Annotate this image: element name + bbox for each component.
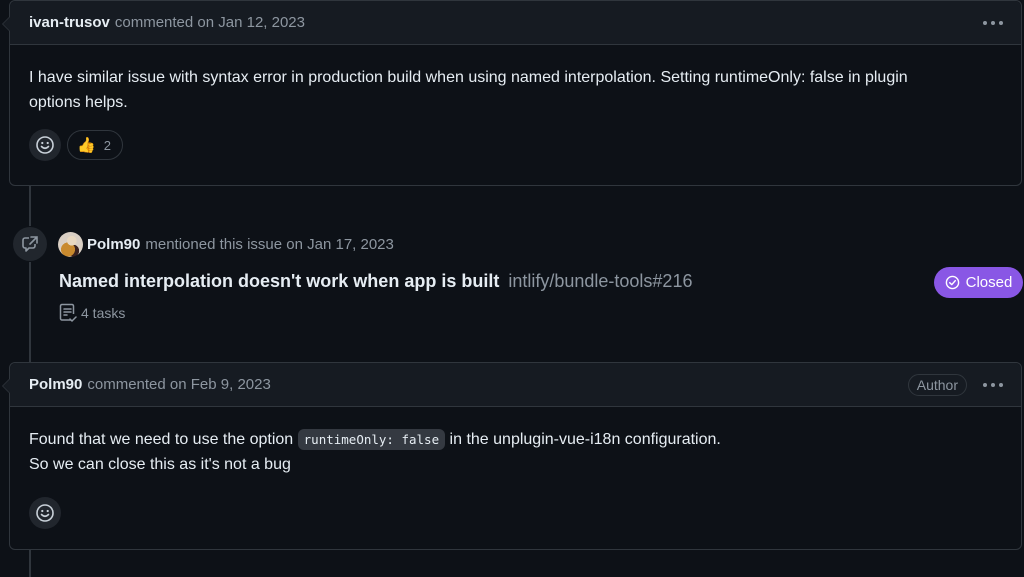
kebab-dot	[999, 382, 1003, 387]
timeline-line	[29, 186, 31, 226]
comment-text-line: So we can close this as it's not a bug	[29, 456, 291, 473]
kebab-dot	[991, 382, 995, 387]
mention-timestamp[interactable]: mentioned this issue on Jan 17, 2023	[145, 236, 394, 253]
text-segment: Found that we need to use the option	[29, 431, 298, 448]
kebab-dot	[999, 20, 1003, 25]
comment-text-line: I have similar issue with syntax error i…	[29, 69, 908, 86]
comment-options-button[interactable]	[981, 379, 1005, 391]
comment-body: I have similar issue with syntax error i…	[10, 45, 1021, 115]
thumbs-up-icon: 👍	[77, 137, 96, 154]
reactions-bar	[10, 477, 1021, 545]
timeline-line	[29, 549, 31, 577]
reaction-count: 2	[103, 137, 111, 153]
status-badge-closed: Closed	[934, 267, 1023, 298]
reaction-thumbs-up[interactable]: 👍 2	[67, 130, 123, 160]
comment-header: Polm90 commented on Feb 9, 2023 Author	[2, 363, 1021, 407]
smiley-icon	[36, 504, 54, 522]
comment-polm90: Polm90 commented on Feb 9, 2023 Author F…	[2, 362, 1022, 550]
comment-body: Found that we need to use the option run…	[10, 407, 1021, 477]
comment-author[interactable]: ivan-trusov	[29, 14, 110, 31]
comment-timestamp[interactable]: commented on Feb 9, 2023	[87, 376, 270, 393]
kebab-dot	[983, 382, 987, 387]
reactions-bar: 👍 2	[10, 115, 1021, 177]
status-label: Closed	[965, 274, 1013, 291]
mentioned-issue-title[interactable]: Named interpolation doesn't work when ap…	[59, 271, 499, 291]
issue-timeline: ivan-trusov commented on Jan 12, 2023 I …	[0, 0, 1024, 577]
kebab-dot	[991, 20, 995, 25]
comment-text-line: options helps.	[29, 94, 128, 111]
smiley-icon	[36, 136, 54, 154]
comment-author[interactable]: Polm90	[29, 376, 82, 393]
mention-event-line: Polm90 mentioned this issue on Jan 17, 2…	[58, 232, 394, 257]
text-segment: in the unplugin-vue-i18n configuration.	[445, 431, 721, 448]
check-circle-icon	[945, 275, 959, 290]
comment-ivan-trusov: ivan-trusov commented on Jan 12, 2023 I …	[2, 0, 1022, 186]
mentioned-issue-ref[interactable]: intlify/bundle-tools#216	[508, 271, 692, 291]
comment-header: ivan-trusov commented on Jan 12, 2023	[2, 1, 1021, 45]
mention-user[interactable]: Polm90	[87, 236, 140, 253]
comment-timestamp[interactable]: commented on Jan 12, 2023	[115, 14, 305, 31]
comment-text-line: Found that we need to use the option run…	[29, 427, 1002, 452]
mentioned-issue: Named interpolation doesn't work when ap…	[59, 271, 692, 292]
timeline-line	[29, 262, 31, 362]
add-reaction-button[interactable]	[29, 497, 61, 529]
cross-reference-icon	[13, 227, 47, 261]
avatar[interactable]	[58, 232, 83, 257]
checklist-icon	[59, 303, 77, 323]
inline-code: runtimeOnly: false	[297, 429, 446, 450]
task-count-label: 4 tasks	[81, 305, 126, 321]
comment-options-button[interactable]	[981, 17, 1005, 29]
author-badge: Author	[907, 373, 967, 396]
task-count: 4 tasks	[59, 303, 125, 323]
kebab-dot	[983, 20, 987, 25]
add-reaction-button[interactable]	[29, 129, 61, 161]
